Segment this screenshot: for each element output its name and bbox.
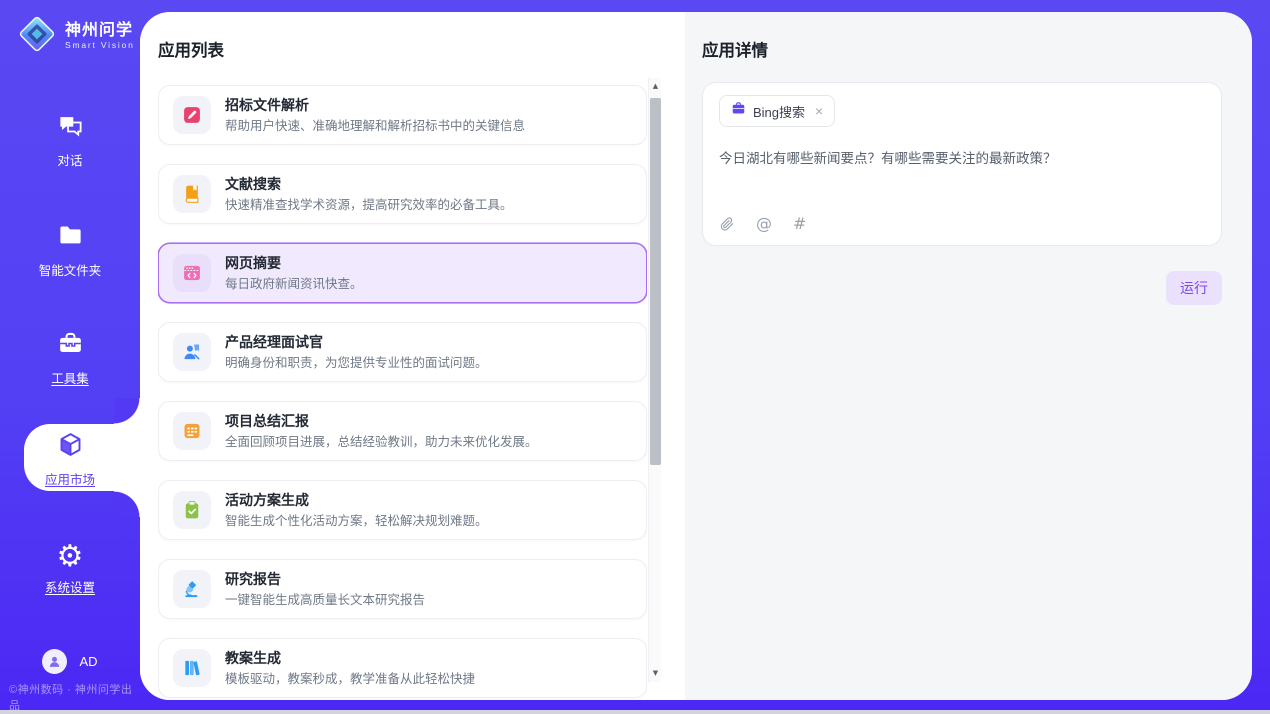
app-list-item[interactable]: 网页摘要 每日政府新闻资讯快查。 <box>158 243 647 303</box>
sidebar-item-label: 智能文件夹 <box>0 260 140 279</box>
paperclip-icon[interactable] <box>719 216 735 232</box>
diamond-logo-icon <box>16 13 58 60</box>
nav-curve-top <box>114 398 140 424</box>
app-list-item[interactable]: 项目总结汇报 全面回顾项目进展，总结经验教训，助力未来优化发展。 <box>158 401 647 461</box>
scrollbar-down-arrow-icon[interactable]: ▼ <box>649 667 662 680</box>
copyright-footer: ©神州数码 · 神州问学出品 <box>9 681 140 713</box>
app-detail-title: 应用详情 <box>685 12 1252 62</box>
app-description: 一键智能生成高质量长文本研究报告 <box>225 592 425 609</box>
app-window: 神州问学 Smart Vision 对话 工具集 智能文件夹 工具集 <box>0 0 1270 714</box>
app-list-item[interactable]: 研究报告 一键智能生成高质量长文本研究报告 <box>158 559 647 619</box>
gear-icon: ⚙ <box>57 543 84 570</box>
sidebar-item-chat[interactable]: 对话 <box>0 112 140 169</box>
app-list-panel: 应用列表 招标文件解析 帮助用户快速、准确地理解和解析招标书中的关键信息 <box>140 12 685 700</box>
query-card: Bing搜索 × 今日湖北有哪些新闻要点？有哪些需要关注的最新政策？ @ # <box>702 82 1222 246</box>
chat-icon <box>57 126 84 143</box>
user-account[interactable]: AD <box>0 649 140 674</box>
microscope-icon <box>173 570 211 608</box>
folder-icon <box>57 236 84 253</box>
briefcase-icon <box>731 101 746 121</box>
browser-code-icon <box>173 254 211 292</box>
interviewer-icon <box>173 333 211 371</box>
app-title: 研究报告 <box>225 570 425 589</box>
sidebar-item-label: 应用市场 <box>0 469 140 488</box>
toolbox-icon <box>57 344 84 361</box>
brand-name: 神州问学 <box>65 22 133 39</box>
app-list: 招标文件解析 帮助用户快速、准确地理解和解析招标书中的关键信息 文献搜索 快速精… <box>158 85 647 700</box>
tool-tag-label: Bing搜索 <box>753 102 805 121</box>
sidebar-item-app-market[interactable]: 应用市场 <box>0 424 140 491</box>
pen-square-icon <box>173 96 211 134</box>
app-title: 项目总结汇报 <box>225 412 538 431</box>
app-title: 产品经理面试官 <box>225 333 488 352</box>
sidebar-item-label: 对话 <box>0 150 140 169</box>
app-list-item[interactable]: 活动方案生成 智能生成个性化活动方案，轻松解决规划难题。 <box>158 480 647 540</box>
tool-tag-bing-search[interactable]: Bing搜索 × <box>719 95 835 127</box>
app-list-item[interactable]: 教案生成 模板驱动，教案秒成，教学准备从此轻松快捷 <box>158 638 647 698</box>
books-icon <box>173 649 211 687</box>
user-name: AD <box>79 654 97 669</box>
bottom-edge-strip <box>0 710 1270 714</box>
sidebar-item-smart-folder[interactable]: 工具集 智能文件夹 <box>0 222 140 279</box>
sidebar: 神州问学 Smart Vision 对话 工具集 智能文件夹 工具集 <box>0 0 140 710</box>
app-description: 每日政府新闻资讯快查。 <box>225 276 363 293</box>
scrollbar-up-arrow-icon[interactable]: ▲ <box>649 80 662 93</box>
run-button[interactable]: 运行 <box>1166 271 1222 305</box>
app-list-item[interactable]: 文献搜索 快速精准查找学术资源，提高研究效率的必备工具。 <box>158 164 647 224</box>
avatar <box>42 649 67 674</box>
report-note-icon <box>173 412 211 450</box>
app-list-title: 应用列表 <box>140 12 685 62</box>
hash-icon[interactable]: # <box>793 216 806 232</box>
at-icon[interactable]: @ <box>756 216 772 232</box>
sidebar-item-label: 工具集 <box>0 368 140 387</box>
app-title: 招标文件解析 <box>225 96 525 115</box>
app-detail-panel: 应用详情 Bing搜索 × 今日湖北有哪些新闻要点？有哪些需要关注的最新政策？ … <box>685 12 1252 700</box>
input-toolbar: @ # <box>719 216 806 232</box>
app-description: 智能生成个性化活动方案，轻松解决规划难题。 <box>225 513 488 530</box>
app-title: 教案生成 <box>225 649 475 668</box>
app-title: 活动方案生成 <box>225 491 488 510</box>
app-description: 模板驱动，教案秒成，教学准备从此轻松快捷 <box>225 671 475 688</box>
app-description: 明确身份和职责，为您提供专业性的面试问题。 <box>225 355 488 372</box>
scrollbar-thumb[interactable] <box>650 98 661 465</box>
book-icon <box>173 175 211 213</box>
cube-icon <box>57 445 84 462</box>
sidebar-item-settings[interactable]: ⚙ 系统设置 <box>0 543 140 596</box>
main-panel: 应用列表 招标文件解析 帮助用户快速、准确地理解和解析招标书中的关键信息 <box>140 12 1252 700</box>
app-description: 帮助用户快速、准确地理解和解析招标书中的关键信息 <box>225 118 525 135</box>
app-title: 文献搜索 <box>225 175 513 194</box>
app-list-item[interactable]: 招标文件解析 帮助用户快速、准确地理解和解析招标书中的关键信息 <box>158 85 647 145</box>
query-text[interactable]: 今日湖北有哪些新闻要点？有哪些需要关注的最新政策？ <box>719 149 1205 169</box>
app-title: 网页摘要 <box>225 254 363 273</box>
brand-subtitle: Smart Vision <box>65 40 135 51</box>
remove-tag-icon[interactable]: × <box>815 104 823 118</box>
scrollbar[interactable]: ▲ ▼ <box>648 78 661 682</box>
app-list-item[interactable]: 产品经理面试官 明确身份和职责，为您提供专业性的面试问题。 <box>158 322 647 382</box>
person-icon <box>47 654 62 669</box>
app-description: 快速精准查找学术资源，提高研究效率的必备工具。 <box>225 197 513 214</box>
sidebar-item-label: 系统设置 <box>0 577 140 596</box>
brand-logo: 神州问学 Smart Vision <box>16 13 135 60</box>
clipboard-check-icon <box>173 491 211 529</box>
app-description: 全面回顾项目进展，总结经验教训，助力未来优化发展。 <box>225 434 538 451</box>
nav-curve-bottom <box>114 491 140 517</box>
sidebar-item-toolset[interactable]: 工具集 <box>0 330 140 387</box>
